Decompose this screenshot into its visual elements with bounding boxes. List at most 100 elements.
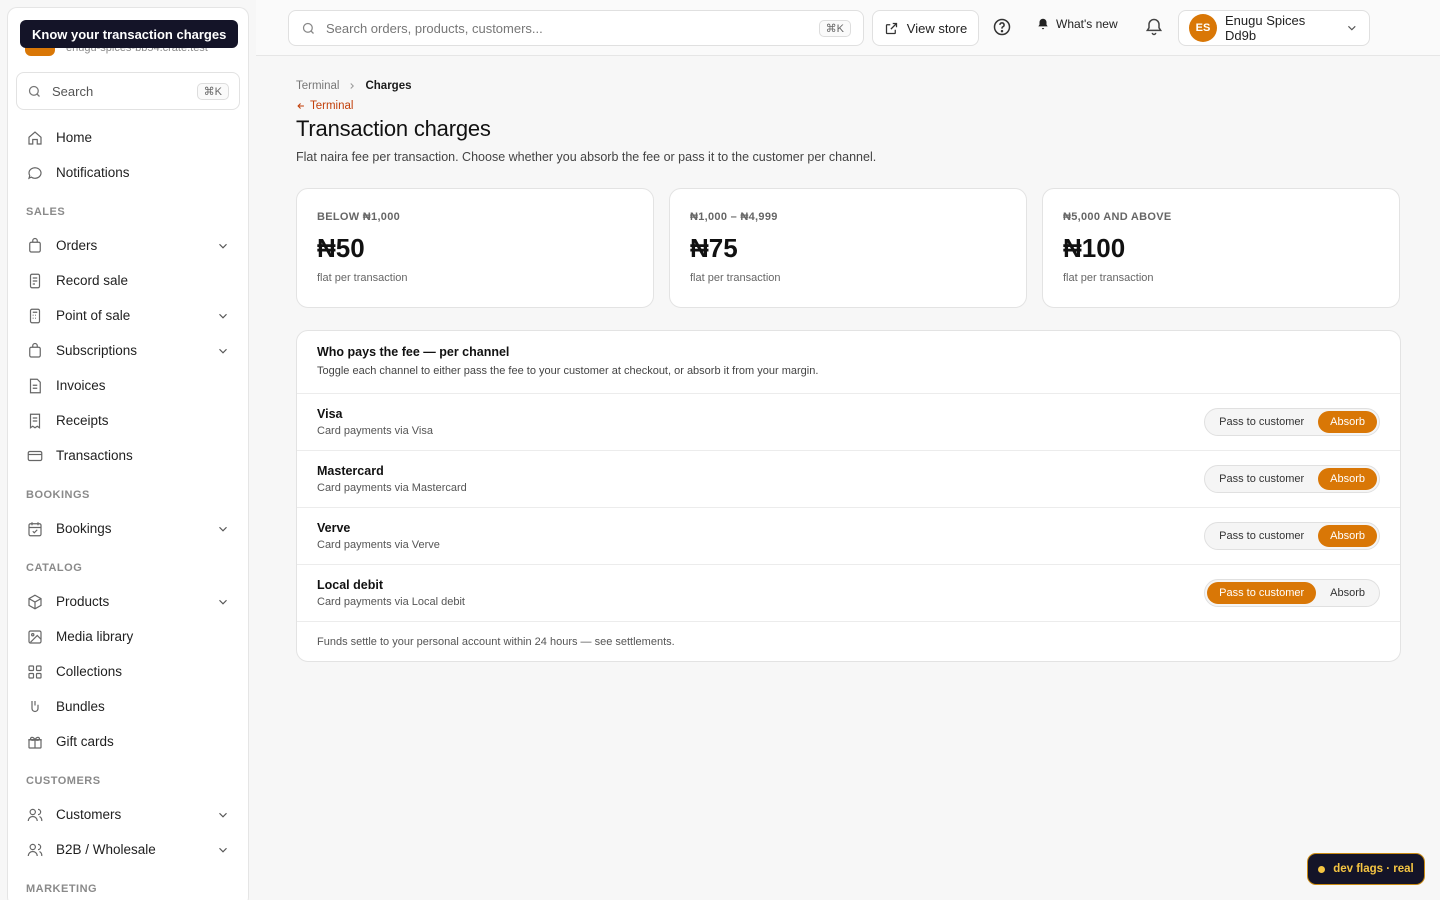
help-icon[interactable] — [992, 17, 1012, 37]
sidebar-item-subscriptions[interactable]: Subscriptions — [8, 333, 248, 368]
chevron-down-icon — [219, 812, 227, 818]
products-icon — [28, 594, 42, 609]
search-icon — [28, 85, 40, 97]
fee-payer-panel: Who pays the fee — per channel Toggle ea… — [296, 330, 1401, 662]
fee-payer-toggle: Pass to customer Absorb — [1204, 465, 1380, 493]
channel-row-local-debit: Local debit Card payments via Local debit… — [297, 565, 1400, 622]
pass-to-customer-option[interactable]: Pass to customer — [1207, 468, 1316, 490]
global-search-placeholder: Search orders, products, customers... — [326, 20, 543, 36]
sidebar-item-invoices[interactable]: Invoices — [8, 368, 248, 403]
sidebar-item-transactions[interactable]: Transactions — [8, 438, 248, 473]
sidebar-section-sales: SALES — [26, 206, 66, 218]
sidebar-item-media-library[interactable]: Media library — [8, 619, 248, 654]
sidebar-item-home[interactable]: Home — [8, 120, 248, 155]
pass-to-customer-option[interactable]: Pass to customer — [1207, 411, 1316, 433]
sidebar-item-point-of-sale[interactable]: Point of sale — [8, 298, 248, 333]
breadcrumb-parent[interactable]: Terminal — [296, 80, 339, 92]
receipts-icon — [29, 413, 41, 429]
page-subtitle: Flat naira fee per transaction. Choose w… — [296, 150, 877, 164]
breadcrumb: Terminal Charges — [296, 80, 1401, 92]
panel-header: Who pays the fee — per channel Toggle ea… — [297, 331, 1400, 394]
sidebar: enugu-spices-bb54.crate.test Search ⌘K H… — [7, 7, 249, 900]
channel-name: Verve — [317, 521, 351, 535]
pass-to-customer-option[interactable]: Pass to customer — [1207, 582, 1317, 604]
sidebar-item-orders[interactable]: Orders — [8, 228, 248, 263]
sidebar-item-bookings[interactable]: Bookings — [8, 511, 248, 546]
sidebar-item-label: Home — [56, 130, 93, 145]
tier-range-label: ₦1,000 – ₦4,999 — [690, 211, 778, 223]
sidebar-section-customers: CUSTOMERS — [26, 775, 101, 787]
view-store-label: View store — [906, 20, 968, 36]
channel-info: Mastercard Card payments via Mastercard — [317, 464, 467, 494]
channel-info: Local debit Card payments via Local debit — [317, 578, 465, 608]
sidebar-item-label: Receipts — [56, 413, 109, 428]
notifications-bell-icon[interactable] — [1144, 17, 1164, 37]
fee-tier-card: BELOW ₦1,000 ₦50 flat per transaction — [296, 188, 654, 308]
sidebar-item-products[interactable]: Products — [8, 584, 248, 619]
chevron-down-icon — [219, 243, 227, 249]
panel-title: Who pays the fee — per channel — [317, 345, 510, 359]
absorb-option[interactable]: Absorb — [1318, 468, 1377, 490]
sidebar-item-label: Bookings — [56, 521, 112, 536]
chevron-down-icon — [219, 526, 227, 532]
tier-range-label: ₦5,000 AND ABOVE — [1063, 211, 1172, 223]
channel-name: Visa — [317, 407, 343, 421]
chevron-down-icon — [219, 348, 227, 354]
customers-icon — [27, 808, 43, 821]
sidebar-item-label: Collections — [56, 664, 123, 679]
sidebar-item-bundles[interactable]: Bundles — [8, 689, 248, 724]
tooltip: Know your transaction charges — [20, 20, 239, 48]
global-search-shortcut: ⌘K — [818, 19, 851, 37]
fee-payer-toggle: Pass to customer Absorb — [1204, 579, 1380, 607]
status-dot — [1318, 865, 1326, 873]
sidebar-item-record-sale[interactable]: Record sale — [8, 263, 248, 298]
back-link[interactable]: Terminal — [296, 100, 1401, 112]
absorb-option[interactable]: Absorb — [1318, 411, 1377, 433]
sidebar-nav: Home Notifications SALES Orders Record sale P… — [8, 120, 248, 900]
channel-info: Visa Card payments via Visa — [317, 407, 433, 437]
b2b-wholesale-icon — [27, 843, 43, 856]
home-icon — [28, 130, 42, 145]
tier-fee-note: flat per transaction — [317, 272, 408, 284]
sidebar-search[interactable]: Search ⌘K — [16, 72, 240, 110]
sidebar-item-label: Invoices — [56, 378, 106, 393]
sidebar-section-bookings: BOOKINGS — [26, 489, 90, 501]
pass-to-customer-option[interactable]: Pass to customer — [1207, 525, 1316, 547]
whats-new-label: What's new — [1056, 17, 1118, 31]
bundles-icon — [31, 700, 39, 712]
account-name: Enugu Spices Dd9b — [1225, 13, 1306, 43]
channel-list: Visa Card payments via Visa Pass to custom… — [297, 394, 1400, 622]
dev-flags-label: dev flags · real — [1333, 863, 1414, 875]
whats-new-button[interactable]: What's new — [1036, 17, 1118, 31]
sidebar-item-receipts[interactable]: Receipts — [8, 403, 248, 438]
account-menu[interactable]: ES Enugu Spices Dd9b — [1178, 10, 1370, 46]
chevron-down-icon — [1348, 25, 1356, 31]
sidebar-item-label: Gift cards — [56, 734, 114, 749]
sidebar-item-label: Bundles — [56, 699, 105, 714]
sidebar-item-collections[interactable]: Collections — [8, 654, 248, 689]
global-search-input[interactable]: Search orders, products, customers... ⌘K — [288, 10, 864, 46]
sidebar-item-label: Point of sale — [56, 308, 131, 323]
sidebar-item-gift-cards[interactable]: Gift cards — [8, 724, 248, 759]
record-sale-icon — [29, 273, 41, 288]
panel-footer-note: Funds settle to your personal account wi… — [317, 635, 675, 648]
sidebar-item-label: Transactions — [56, 448, 133, 463]
view-store-button[interactable]: View store — [872, 10, 979, 46]
chevron-down-icon — [219, 847, 227, 853]
sidebar-item-label: Products — [56, 594, 110, 609]
transactions-icon — [27, 450, 43, 461]
sidebar-item-notifications[interactable]: Notifications — [8, 155, 248, 190]
sidebar-item-label: B2B / Wholesale — [56, 842, 156, 857]
absorb-option[interactable]: Absorb — [1318, 525, 1377, 547]
sidebar-item-customers[interactable]: Customers — [8, 797, 248, 832]
absorb-option[interactable]: Absorb — [1318, 582, 1377, 604]
dev-flags-badge[interactable]: dev flags · real — [1307, 853, 1425, 885]
sidebar-item-b2b-wholesale[interactable]: B2B / Wholesale — [8, 832, 248, 867]
sidebar-section-catalog: CATALOG — [26, 562, 83, 574]
chevron-down-icon — [219, 313, 227, 319]
invoices-icon — [29, 378, 41, 393]
channel-description: Card payments via Verve — [317, 539, 440, 551]
bell-filled-icon — [1038, 18, 1048, 30]
collections-icon — [28, 664, 42, 679]
channel-description: Card payments via Mastercard — [317, 482, 467, 494]
